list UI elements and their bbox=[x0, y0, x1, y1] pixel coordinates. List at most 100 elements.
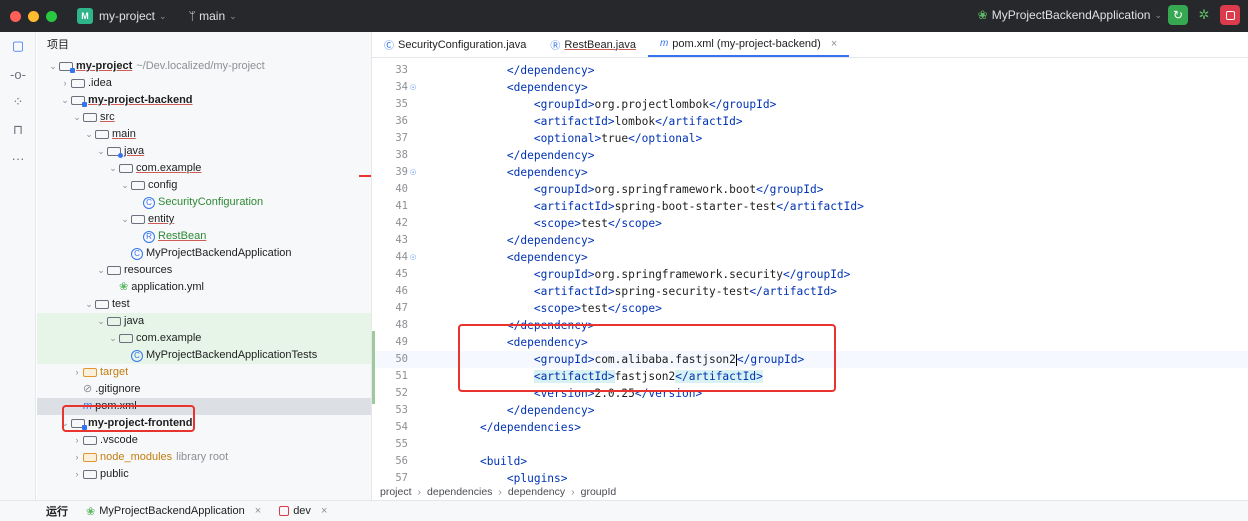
folder-icon bbox=[95, 130, 109, 139]
code-line[interactable]: 37 <optional>true</optional> bbox=[372, 130, 1248, 147]
xml-open-tag: </dependencies> bbox=[479, 421, 581, 434]
branch-switcher[interactable]: ᛘ main bbox=[189, 9, 226, 23]
tree-item-public[interactable]: › public bbox=[37, 466, 371, 483]
tree-item-idea[interactable]: › .idea bbox=[37, 75, 371, 92]
code-line[interactable]: 46 <artifactId>spring-security-test</art… bbox=[372, 283, 1248, 300]
run-tab-dev[interactable]: dev × bbox=[279, 505, 327, 517]
code-line[interactable]: 33 </dependency> bbox=[372, 62, 1248, 79]
debug-button[interactable]: ✲ bbox=[1194, 5, 1214, 25]
breadcrumb-item[interactable]: groupId bbox=[581, 484, 617, 500]
run-tool-bar: 运行 ❀ MyProjectBackendApplication × dev × bbox=[0, 500, 1248, 521]
tree-item-my-project-backend-application[interactable]: C MyProjectBackendApplication bbox=[37, 245, 371, 262]
code-line[interactable]: 39 ☉ <dependency> bbox=[372, 164, 1248, 181]
dependency-gutter-icon[interactable]: ☉ bbox=[410, 79, 416, 96]
tree-item-src[interactable]: ⌄ src bbox=[37, 109, 371, 126]
chevron-down-icon: ⌄ bbox=[1154, 9, 1162, 20]
tree-item-security-configuration[interactable]: C SecurityConfiguration bbox=[37, 194, 371, 211]
breadcrumb-item[interactable]: dependency bbox=[508, 484, 565, 500]
run-configuration-selector[interactable]: ❀ MyProjectBackendApplication ⌄ bbox=[978, 8, 1162, 22]
code-line[interactable]: 56 <build> bbox=[372, 453, 1248, 470]
tree-item-entity[interactable]: ⌄ entity bbox=[37, 211, 371, 228]
minimize-window-button[interactable] bbox=[28, 10, 39, 22]
code-line[interactable]: 53 </dependency> bbox=[372, 402, 1248, 419]
xml-close-tag: </groupId> bbox=[708, 98, 777, 111]
code-line[interactable]: 47 <scope>test</scope> bbox=[372, 300, 1248, 317]
chevron-down-icon: ⌄ bbox=[85, 129, 93, 139]
close-window-button[interactable] bbox=[10, 10, 21, 22]
tree-item-application-yml[interactable]: ❀ application.yml bbox=[37, 279, 371, 296]
folder-icon bbox=[71, 79, 85, 88]
xml-open-tag: <groupId> bbox=[533, 183, 595, 196]
tab-restbean[interactable]: Ⓡ RestBean.java bbox=[538, 32, 648, 57]
xml-open-tag: <artifactId> bbox=[533, 115, 615, 128]
tree-item-main[interactable]: ⌄ main bbox=[37, 126, 371, 143]
close-tab-icon[interactable]: × bbox=[255, 505, 261, 517]
code-line[interactable]: 54 </dependencies> bbox=[372, 419, 1248, 436]
dependency-gutter-icon[interactable]: ☉ bbox=[410, 164, 416, 181]
chevron-down-icon: ⌄ bbox=[229, 10, 237, 21]
tree-item-gitignore[interactable]: ⊘ .gitignore bbox=[37, 381, 371, 398]
tree-item-my-project-backend[interactable]: ⌄ my-project-backend bbox=[37, 92, 371, 109]
code-line[interactable]: 34 ☉ <dependency> bbox=[372, 79, 1248, 96]
folder-icon bbox=[83, 113, 97, 122]
tree-item-my-project[interactable]: ⌄ my-project ~/Dev.localized/my-project bbox=[37, 58, 371, 75]
close-tab-icon[interactable]: × bbox=[321, 505, 327, 517]
tree-item-test-java[interactable]: ⌄ java bbox=[37, 313, 371, 330]
project-switcher[interactable]: my-project bbox=[99, 9, 155, 23]
structure-tool-icon[interactable]: ⁘ bbox=[0, 88, 36, 116]
code-line[interactable]: 43 </dependency> bbox=[372, 232, 1248, 249]
xml-close-tag: </artifactId> bbox=[655, 115, 743, 128]
tree-item-config[interactable]: ⌄ config bbox=[37, 177, 371, 194]
tree-item-tests-class[interactable]: C MyProjectBackendApplicationTests bbox=[37, 347, 371, 364]
chevron-down-icon: ⌄ bbox=[49, 61, 57, 71]
tree-item-test-com-example[interactable]: ⌄ com.example bbox=[37, 330, 371, 347]
stop-button[interactable] bbox=[1220, 5, 1240, 25]
breadcrumb-item[interactable]: dependencies bbox=[427, 484, 492, 500]
commit-tool-icon[interactable]: -o- bbox=[0, 60, 36, 88]
tree-item-test[interactable]: ⌄ test bbox=[37, 296, 371, 313]
more-tools-icon[interactable]: ··· bbox=[0, 144, 36, 172]
tab-security-configuration[interactable]: Ⓒ SecurityConfiguration.java bbox=[372, 32, 538, 57]
tree-item-node-modules[interactable]: › node_modules library root bbox=[37, 449, 371, 466]
tree-item-label: application.yml bbox=[131, 281, 204, 293]
code-line[interactable]: 41 <artifactId>spring-boot-starter-test<… bbox=[372, 198, 1248, 215]
breadcrumb-item[interactable]: project bbox=[380, 484, 412, 500]
code-line[interactable]: 44 ☉ <dependency> bbox=[372, 249, 1248, 266]
tab-pom-xml[interactable]: m pom.xml (my-project-backend) × bbox=[647, 32, 850, 57]
line-number: 49 bbox=[395, 336, 408, 348]
package-icon bbox=[119, 164, 133, 173]
project-tool-icon[interactable]: ▢ bbox=[0, 32, 36, 60]
close-tab-icon[interactable]: × bbox=[831, 38, 837, 50]
folder-icon bbox=[95, 300, 109, 309]
code-line[interactable]: 35 <groupId>org.projectlombok</groupId> bbox=[372, 96, 1248, 113]
xml-open-tag: <build> bbox=[479, 455, 528, 468]
xml-open-tag: </dependency> bbox=[506, 149, 595, 162]
code-line[interactable]: 36 <artifactId>lombok</artifactId> bbox=[372, 113, 1248, 130]
rerun-button[interactable]: ↻ bbox=[1168, 5, 1188, 25]
tree-item-com-example[interactable]: ⌄ com.example bbox=[37, 160, 371, 177]
tree-item-java[interactable]: ⌄ java bbox=[37, 143, 371, 160]
code-line[interactable]: 42 <scope>test</scope> bbox=[372, 215, 1248, 232]
code-line[interactable]: 55 bbox=[372, 436, 1248, 453]
tree-item-label: MyProjectBackendApplicationTests bbox=[146, 349, 318, 361]
line-number: 56 bbox=[395, 455, 408, 467]
bookmarks-tool-icon[interactable]: ⊓ bbox=[0, 116, 36, 144]
tree-item-resources[interactable]: ⌄ resources bbox=[37, 262, 371, 279]
code-line[interactable]: 38 </dependency> bbox=[372, 147, 1248, 164]
code-line[interactable]: 45 <groupId>org.springframework.security… bbox=[372, 266, 1248, 283]
code-content: <artifactId>spring-security-test</artifa… bbox=[453, 283, 837, 300]
package-icon bbox=[131, 181, 145, 190]
zoom-window-button[interactable] bbox=[46, 10, 57, 22]
dependency-gutter-icon[interactable]: ☉ bbox=[410, 249, 416, 266]
run-tab-backend[interactable]: ❀ MyProjectBackendApplication × bbox=[86, 505, 261, 518]
code-line[interactable]: 40 <groupId>org.springframework.boot</gr… bbox=[372, 181, 1248, 198]
code-area[interactable]: 33 </dependency> 34 ☉ <dependency> 35 <grou… bbox=[372, 62, 1248, 485]
chevron-down-icon: ⌄ bbox=[97, 146, 105, 156]
tree-item-restbean[interactable]: R RestBean bbox=[37, 228, 371, 245]
tree-item-vscode[interactable]: › .vscode bbox=[37, 432, 371, 449]
tree-item-target[interactable]: › target bbox=[37, 364, 371, 381]
tree-item-label: .vscode bbox=[100, 434, 138, 446]
